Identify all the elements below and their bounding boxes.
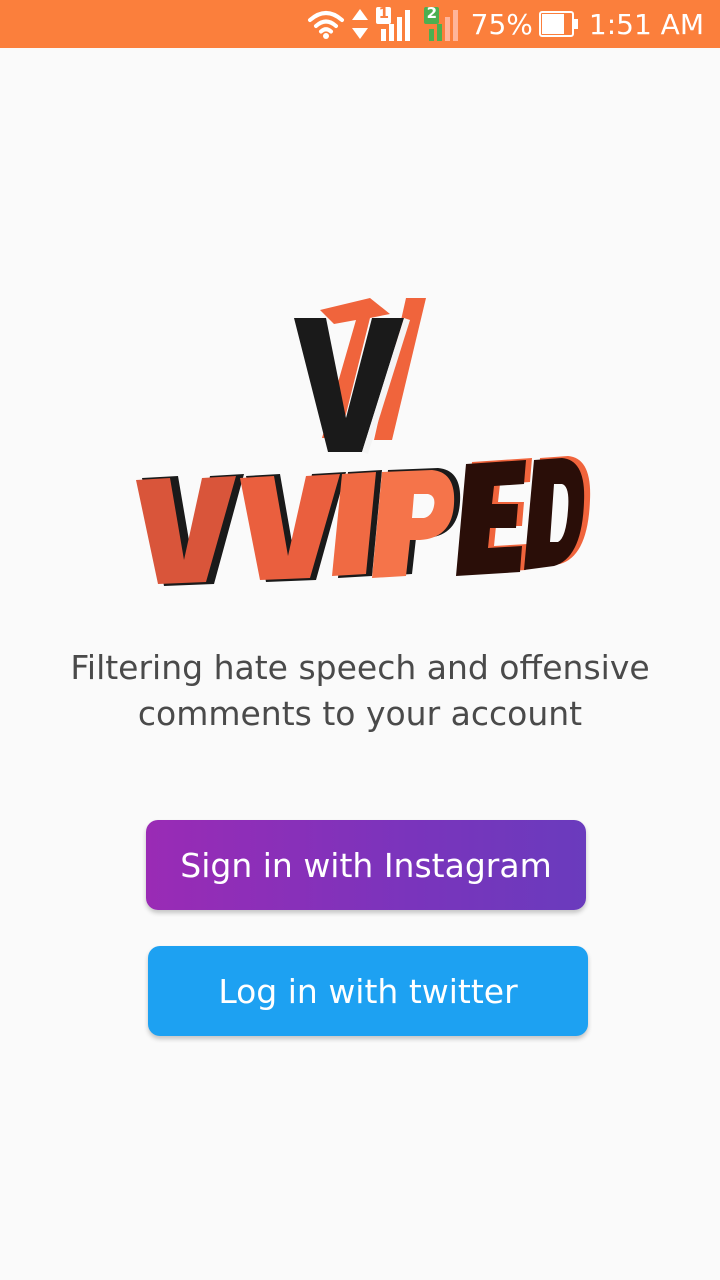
clock: 1:51 AM: [588, 7, 704, 41]
log-in-twitter-button[interactable]: Log in with twitter: [148, 946, 588, 1036]
signal-sim1-icon: 1: [375, 4, 411, 41]
status-bar: 1 2 75% 1:51 AM: [0, 0, 720, 48]
tagline: Filtering hate speech and offensive comm…: [60, 645, 660, 737]
data-arrows-icon: [351, 9, 368, 39]
status-icons: 1 2 75% 1:51 AM: [301, 0, 704, 48]
sim2-label: 2: [426, 4, 438, 22]
log-in-twitter-label: Log in with twitter: [218, 971, 518, 1011]
tagline-line-2: comments to your account: [137, 694, 583, 733]
logo-wordmark: [136, 456, 591, 586]
battery-percent: 75%: [470, 7, 533, 41]
battery-icon: [538, 11, 578, 37]
wifi-icon: [307, 11, 344, 39]
app-logo: [120, 290, 600, 600]
tagline-line-1: Filtering hate speech and offensive: [70, 648, 650, 687]
sign-in-instagram-label: Sign in with Instagram: [180, 845, 552, 885]
signal-sim2-icon: 2: [423, 4, 459, 41]
sim1-label: 1: [378, 4, 390, 22]
sign-in-instagram-button[interactable]: Sign in with Instagram: [146, 820, 586, 910]
vviped-logo: [136, 298, 591, 586]
